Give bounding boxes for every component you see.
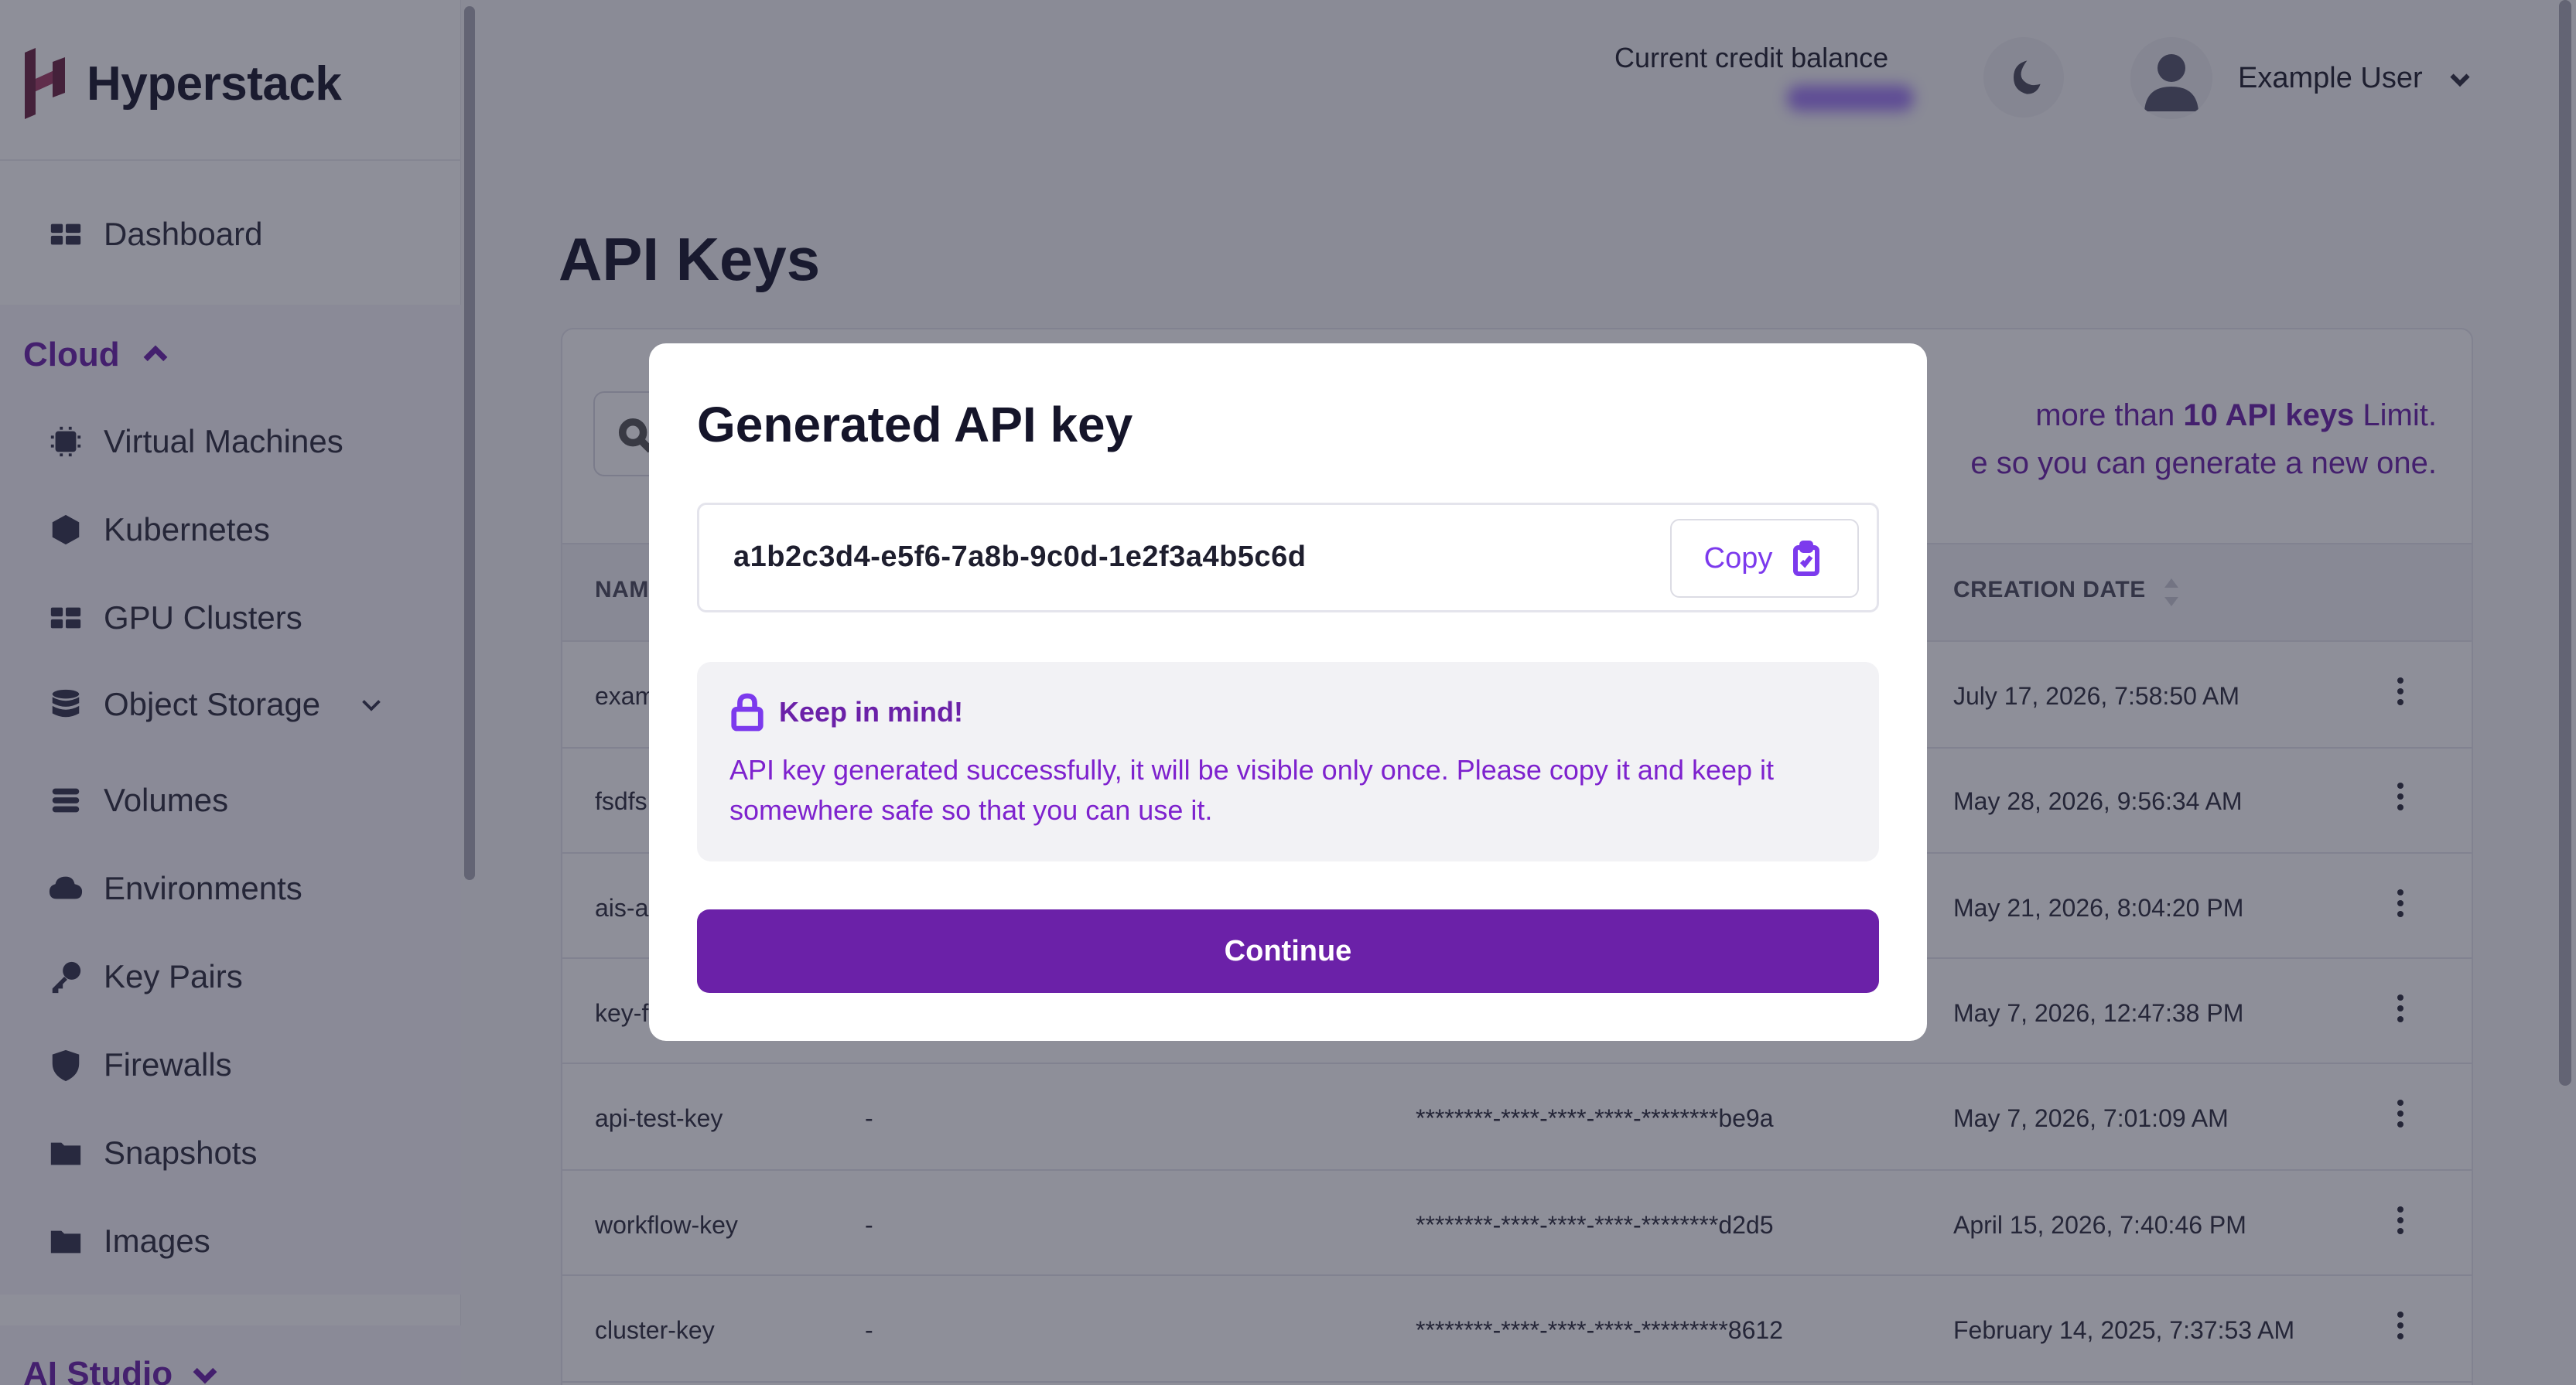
notice-title: Keep in mind!: [729, 693, 963, 732]
api-key-value[interactable]: a1b2c3d4-e5f6-7a8b-9c0d-1e2f3a4b5c6d: [733, 541, 1306, 574]
continue-button[interactable]: Continue: [697, 909, 1879, 993]
notice-text: API key generated successfully, it will …: [729, 754, 1775, 826]
keep-in-mind-notice: Keep in mind! API key generated successf…: [697, 662, 1879, 861]
generated-api-key-dialog: Generated API key a1b2c3d4-e5f6-7a8b-9c0…: [649, 343, 1927, 1041]
copy-button-label: Copy: [1703, 541, 1773, 575]
copy-button[interactable]: Copy: [1670, 519, 1859, 598]
lock-icon: [731, 693, 764, 732]
api-key-field: a1b2c3d4-e5f6-7a8b-9c0d-1e2f3a4b5c6d Cop…: [697, 503, 1879, 612]
notice-title-text: Keep in mind!: [779, 696, 964, 728]
dialog-title: Generated API key: [697, 397, 1133, 452]
clipboard-icon: [1793, 541, 1820, 576]
